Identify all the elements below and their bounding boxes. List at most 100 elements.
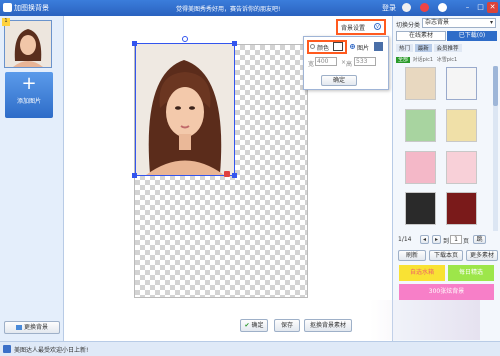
filter-tag-2[interactable]: 冰雪pic1 [436, 57, 459, 63]
qq-icon[interactable] [438, 3, 447, 12]
right-panel: 切换分类 杂志背景 ▾ 在线素材 已下载(0) 热门 最新 会员推荐 全部 对话… [392, 16, 500, 341]
chevron-down-icon: v [374, 23, 381, 30]
tab-downloaded-label: 已下载(0) [458, 32, 486, 39]
material-thumb[interactable] [446, 109, 477, 142]
background-settings-popover: 颜色 图片 宽 400 × 高 533 确定 [303, 36, 389, 90]
background-settings-button[interactable]: 背景设置 v [336, 19, 386, 35]
picture-icon [16, 325, 23, 330]
subtab-new[interactable]: 最新 [414, 44, 432, 52]
ok-label: 确定 [251, 322, 264, 329]
image-picker-icon[interactable] [374, 42, 383, 51]
filter-all[interactable]: 全部 [396, 57, 411, 63]
add-photo-label: 添加图片 [16, 98, 41, 105]
plus-icon: + [21, 73, 37, 94]
color-swatch[interactable] [333, 42, 343, 51]
width-label: 宽 [308, 61, 315, 68]
promo-label-3: 300张炫背景 [428, 288, 465, 295]
material-thumb[interactable] [405, 151, 436, 184]
material-thumb[interactable] [446, 151, 477, 184]
login-link[interactable]: 登录 [382, 3, 396, 13]
color-radio[interactable] [310, 44, 315, 49]
more-materials-label: 更多素材 [469, 252, 494, 259]
status-bar: 美图达人最受欢迎小日上新! [0, 341, 500, 356]
background-settings-label: 背景设置 [341, 25, 366, 32]
status-text[interactable]: 美图达人最受欢迎小日上新! [14, 345, 88, 354]
tab-online-materials[interactable]: 在线素材 [396, 31, 446, 41]
category-select[interactable]: 杂志背景 ▾ [422, 18, 496, 28]
minimize-button[interactable]: – [462, 2, 473, 13]
promo-tile-3[interactable]: 300张炫背景 [399, 284, 494, 300]
material-thumb[interactable] [405, 109, 436, 142]
portrait-thumb-image [5, 21, 51, 67]
image-label: 图片 [357, 45, 370, 52]
resize-handle-top-left[interactable] [132, 41, 137, 46]
replace-background-button[interactable]: 更换背景 [4, 321, 60, 334]
chevron-down-icon: ▾ [489, 19, 493, 26]
save-label: 保存 [280, 322, 293, 329]
save-button[interactable]: 保存 [274, 319, 300, 332]
promo-tile-2[interactable]: 每日精选 [448, 265, 494, 281]
ok-button[interactable]: ✔ 确定 [240, 319, 268, 332]
photo-thumbnail[interactable] [4, 20, 52, 68]
material-thumb[interactable] [446, 192, 477, 225]
add-photo-button[interactable]: + 添加图片 [5, 72, 53, 118]
resize-handle-bottom-right[interactable] [232, 173, 237, 178]
rotate-handle[interactable] [182, 36, 188, 42]
next-page-button[interactable]: ▸ [432, 235, 441, 244]
material-thumb[interactable] [405, 192, 436, 225]
subtab-vip[interactable]: 会员推荐 [433, 44, 462, 52]
settings-confirm-button[interactable]: 确定 [321, 75, 357, 86]
promo-tile-1[interactable]: 自选水箱 [399, 265, 445, 281]
refresh-label: 刷新 [405, 252, 418, 259]
color-label: 颜色 [317, 45, 330, 52]
height-input[interactable]: 533 [354, 57, 376, 66]
category-value: 杂志背景 [425, 19, 450, 26]
filter-tag-1[interactable]: 对话pic1 [412, 57, 435, 63]
category-label: 切换分类 [396, 22, 421, 29]
promo-label-1: 自选水箱 [409, 269, 434, 276]
prev-page-button[interactable]: ◂ [420, 235, 429, 244]
more-materials-button[interactable]: 更多素材 [466, 250, 498, 261]
refresh-button[interactable]: 刷新 [398, 250, 426, 261]
close-button[interactable]: ✕ [487, 2, 498, 13]
photo-layer[interactable] [135, 43, 235, 176]
delete-layer-icon[interactable] [224, 171, 230, 177]
width-input[interactable]: 400 [315, 57, 337, 66]
height-label: 高 [346, 61, 353, 68]
subtab-hot[interactable]: 热门 [396, 44, 414, 52]
thumb-scrollbar[interactable] [493, 66, 498, 231]
page-indicator: 1/14 [398, 236, 412, 243]
avatar-icon[interactable] [402, 3, 411, 12]
maximize-button[interactable]: □ [475, 2, 486, 13]
subtab-bar: 热门 最新 会员推荐 [396, 44, 462, 52]
image-radio[interactable] [350, 44, 355, 49]
go-page-button[interactable]: 跳 [473, 235, 486, 244]
resize-handle-bottom-left[interactable] [132, 173, 137, 178]
download-page-button[interactable]: 下载本页 [429, 250, 463, 261]
tab-online-label: 在线素材 [408, 32, 433, 39]
save-as-material-button[interactable]: 抠换背景素材 [304, 319, 352, 332]
settings-confirm-label: 确定 [332, 77, 345, 84]
download-label: 下载本页 [433, 252, 458, 259]
save-as-material-label: 抠换背景素材 [309, 322, 346, 329]
check-icon: ✔ [244, 322, 250, 329]
decorative-overlay [370, 300, 480, 340]
go-label: 跳 [476, 236, 483, 243]
scrollbar-thumb[interactable] [493, 66, 498, 106]
resize-handle-top-right[interactable] [232, 41, 237, 46]
header-message: 觉得美图秀秀好用，赛告诉你的朋友吧! [176, 6, 281, 13]
weibo-icon[interactable] [420, 3, 429, 12]
material-thumb[interactable] [405, 67, 436, 100]
promo-label-2: 每日精选 [458, 269, 483, 276]
filter-tags: 全部 对话pic1 冰雪pic1 [396, 56, 458, 63]
material-thumb[interactable] [446, 67, 477, 100]
app-icon [3, 3, 12, 12]
left-panel: 1 + 添加图片 更换背景 [0, 16, 64, 341]
tab-downloaded[interactable]: 已下载(0) [447, 31, 497, 41]
portrait-image [136, 44, 234, 175]
thumbnail-badge: 1 [2, 18, 10, 26]
page-number-input[interactable]: 1 [450, 235, 462, 244]
title-bar: 加图换背景 觉得美图秀秀好用，赛告诉你的朋友吧! 登录 – □ ✕ [0, 0, 500, 16]
replace-background-label: 更换背景 [23, 324, 48, 331]
window-title: 加图换背景 [14, 4, 49, 12]
